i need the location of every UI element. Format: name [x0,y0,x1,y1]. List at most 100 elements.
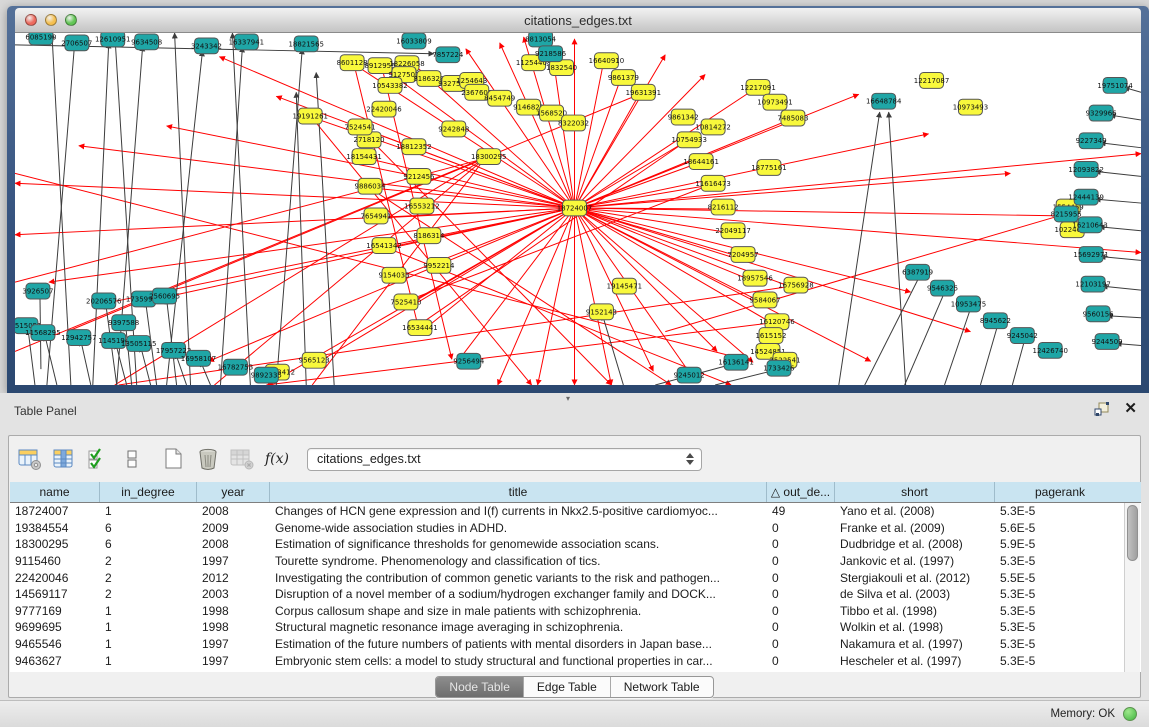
delete-trash-icon[interactable] [195,447,221,471]
network-node[interactable]: 10754933 [671,132,706,148]
network-node[interactable]: 9565123 [299,352,330,368]
table-row[interactable]: 1938455462009Genome-wide association stu… [10,520,1141,537]
network-node[interactable]: 9329966 [1086,105,1117,121]
table-options-icon[interactable] [17,447,43,471]
network-node[interactable]: 20206576 [86,293,121,309]
network-node[interactable]: 10973493 [953,99,988,115]
network-node[interactable]: 12942757 [61,330,96,346]
network-window-titlebar[interactable]: citations_edges.txt [15,8,1141,33]
minimize-button[interactable] [45,14,57,26]
network-node[interactable]: 3243342 [191,38,222,54]
network-node[interactable]: 18821565 [288,36,323,52]
network-node[interactable]: 18957546 [737,270,772,286]
network-node[interactable]: 10814272 [695,119,730,135]
network-node[interactable]: 8186314 [413,228,445,244]
network-node[interactable]: 9546325 [927,280,958,296]
network-node[interactable]: 10953475 [951,296,986,312]
network-node[interactable]: 16534441 [402,320,437,336]
network-node[interactable]: 9584067 [749,292,780,308]
network-node[interactable]: 2706507 [61,35,92,51]
network-node[interactable]: 15692971 [1073,247,1108,263]
network-node[interactable]: 9152143 [586,304,617,320]
table-row[interactable]: 977716911998Corpus callosum shape and si… [10,603,1141,620]
network-node[interactable]: 12610951 [95,33,130,47]
network-node[interactable]: 18154431 [346,149,381,165]
scrollbar-thumb[interactable] [1127,505,1138,561]
network-node[interactable]: 22420046 [366,101,401,117]
table-row[interactable]: 946362711997Embryonic stem cells: a mode… [10,652,1141,669]
tab-node-table[interactable]: Node Table [436,677,524,697]
table-vertical-scrollbar[interactable] [1124,503,1140,672]
table-row[interactable]: 1456911722003Disruption of a novel membe… [10,586,1141,603]
memory-status-indicator[interactable] [1123,707,1137,721]
network-node[interactable]: 16640910 [589,53,624,69]
network-node[interactable]: 16136141 [718,354,753,370]
table-row[interactable]: 2242004622012Investigating the contribut… [10,569,1141,586]
column-header-in_degree[interactable]: in_degree [100,482,197,502]
network-node[interactable]: 9245012 [674,367,705,383]
network-node[interactable]: 16541342 [366,238,401,254]
function-builder-icon[interactable]: f(x) [265,451,289,467]
network-node[interactable]: 10973491 [757,94,792,110]
network-canvas[interactable]: 1872400718300295860112889129551822605891… [15,33,1141,385]
table-row[interactable]: 1830029562008Estimation of significance … [10,536,1141,553]
network-node[interactable]: 9560156 [1083,306,1114,322]
table-row[interactable]: 911546021997Tourette syndrome. Phenomeno… [10,553,1141,570]
network-node[interactable]: 7525410 [390,294,421,310]
network-node[interactable]: 9634508 [131,34,162,50]
network-node[interactable]: 9227349 [1076,133,1107,149]
network-node[interactable]: 9244509 [1092,334,1123,350]
network-node[interactable]: 16756928 [778,277,813,293]
zoom-button[interactable] [65,14,77,26]
network-node[interactable]: 8601128 [337,55,368,71]
network-node[interactable]: 9154033 [378,267,409,283]
network-node[interactable]: 9242848 [438,121,469,137]
network-node[interactable]: 7654941 [361,208,392,224]
column-header-name[interactable]: name [10,482,100,502]
rows-icon[interactable] [119,447,145,471]
network-node[interactable]: 7524541 [345,119,376,135]
column-header-out_degree[interactable]: △ out_de... [767,482,835,502]
network-node[interactable]: 9256494 [453,353,485,369]
network-node[interactable]: 19145471 [607,278,642,294]
network-node[interactable]: 12217087 [914,73,949,89]
network-node[interactable]: 22049117 [715,223,750,239]
network-node[interactable]: 1615152 [755,328,786,344]
tab-edge-table[interactable]: Edge Table [524,677,611,697]
network-node[interactable]: 9892335 [251,367,282,383]
network-node[interactable]: 19751074 [1097,77,1133,93]
float-panel-icon[interactable] [1094,401,1110,417]
table-row[interactable]: 946554611997Estimation of the future num… [10,636,1141,653]
new-document-icon[interactable] [161,447,187,471]
network-node[interactable]: 9886034 [355,178,387,194]
column-header-pagerank[interactable]: pagerank [995,482,1125,502]
network-node[interactable]: 3926507 [22,283,53,299]
network-node[interactable]: 12093822 [1068,162,1103,178]
network-node[interactable]: 8813054 [525,33,557,47]
table-selector-dropdown[interactable]: citations_edges.txt [307,448,702,471]
network-node[interactable]: 12103197 [1075,276,1110,292]
network-node[interactable]: 7204957 [728,247,759,263]
close-panel-icon[interactable]: ✕ [1124,401,1137,417]
column-header-year[interactable]: year [197,482,270,502]
network-node[interactable]: 16337941 [229,34,264,50]
network-node[interactable]: 9952214 [423,257,455,273]
column-visibility-icon[interactable] [51,447,77,471]
network-node[interactable]: 16782753 [218,359,253,375]
table-row[interactable]: 969969511998Structural magnetic resonanc… [10,619,1141,636]
network-node[interactable]: 8215955 [1051,206,1082,222]
table-row[interactable]: 1872400712008Changes of HCN gene express… [10,503,1141,520]
network-node[interactable]: 6085190 [25,33,56,45]
network-node[interactable]: 1733426 [763,360,794,376]
network-node[interactable]: 12426740 [1033,342,1068,358]
network-node[interactable]: 7485083 [777,110,808,126]
network-node[interactable]: 2560695 [149,288,180,304]
network-node[interactable]: 9397588 [108,315,139,331]
column-header-title[interactable]: title [270,482,767,502]
network-node[interactable]: 8454749 [484,90,515,106]
network-node[interactable]: 9861342 [668,109,699,125]
tab-network-table[interactable]: Network Table [611,677,713,697]
network-node[interactable]: 8322032 [558,115,589,131]
network-node[interactable]: 9861379 [608,70,639,86]
import-table-icon[interactable] [229,447,255,471]
